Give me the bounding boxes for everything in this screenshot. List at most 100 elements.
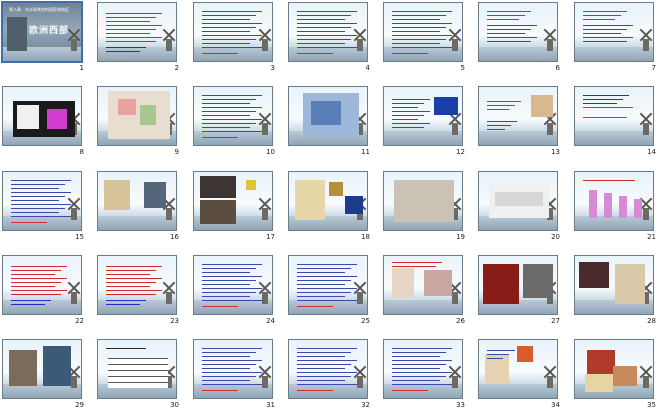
slide-preview[interactable] (2, 255, 82, 315)
slide-thumbnail-35[interactable]: 35 (572, 337, 660, 409)
slide-preview[interactable] (383, 339, 463, 399)
slide-preview[interactable] (97, 171, 177, 231)
slide-thumbnail-2[interactable]: 2 (95, 0, 183, 72)
slide-thumbnail-11[interactable]: 11 (286, 84, 374, 156)
slide-thumbnail-19[interactable]: 19 (381, 169, 469, 241)
text-line (106, 13, 162, 15)
slide-preview[interactable] (193, 339, 273, 399)
slide-thumbnail-33[interactable]: 33 (381, 337, 469, 409)
slide-preview[interactable] (97, 86, 177, 146)
windmill-icon (357, 39, 363, 51)
text-line (202, 272, 250, 274)
slide-preview[interactable] (383, 255, 463, 315)
slide-thumbnail-20[interactable]: 20 (476, 169, 564, 241)
slide-thumbnail-24[interactable]: 24 (191, 253, 279, 325)
slide-thumbnail-10[interactable]: 10 (191, 84, 279, 156)
text-line (202, 35, 262, 37)
slide-preview[interactable] (193, 86, 273, 146)
slide-thumbnail-21[interactable]: 21 (572, 169, 660, 241)
slide-thumbnail-28[interactable]: 28 (572, 253, 660, 325)
slide-thumbnail-5[interactable]: 5 (381, 0, 469, 72)
slide-thumbnail-7[interactable]: 7 (572, 0, 660, 72)
slide-preview[interactable] (574, 339, 654, 399)
slide-preview[interactable] (97, 339, 177, 399)
slide-thumbnail-25[interactable]: 25 (286, 253, 374, 325)
text-line (106, 294, 156, 296)
slide-thumbnail-22[interactable]: 22 (0, 253, 88, 325)
photo (424, 270, 452, 296)
slide-preview[interactable] (478, 255, 558, 315)
text-line (106, 29, 156, 31)
slide-preview[interactable] (97, 255, 177, 315)
slide-preview[interactable]: 第八章 东半球其他的国家和地区 欧洲西部 (1, 1, 83, 63)
slide-thumbnail-31[interactable]: 31 (191, 337, 279, 409)
fire-icon (517, 346, 533, 362)
windmill-icon (71, 39, 77, 51)
slide-preview[interactable] (288, 2, 368, 62)
slide-preview[interactable] (574, 2, 654, 62)
text-line (202, 11, 262, 13)
slide-preview[interactable] (383, 171, 463, 231)
slide-thumbnail-34[interactable]: 34 (476, 337, 564, 409)
slide-thumbnail-12[interactable]: 12 (381, 84, 469, 156)
text-line (11, 216, 71, 218)
slide-preview[interactable] (478, 2, 558, 62)
slide-preview[interactable] (2, 86, 82, 146)
table-rule (108, 358, 168, 359)
slide-preview[interactable] (383, 86, 463, 146)
text-line (202, 300, 262, 302)
slide-thumbnail-8[interactable]: 8 (0, 84, 88, 156)
slide-thumbnail-13[interactable]: 13 (476, 84, 564, 156)
slide-preview[interactable] (383, 2, 463, 62)
text-line (297, 31, 345, 33)
slide-thumbnail-32[interactable]: 32 (286, 337, 374, 409)
slide-thumbnail-15[interactable]: 15 (0, 169, 88, 241)
slide-preview[interactable] (478, 86, 558, 146)
slide-thumbnail-4[interactable]: 4 (286, 0, 374, 72)
text-line (297, 390, 333, 392)
slide-number: 34 (551, 401, 560, 409)
slide-number: 22 (75, 317, 84, 325)
text-line (487, 129, 505, 131)
slide-preview[interactable] (574, 255, 654, 315)
slide-thumbnail-9[interactable]: 9 (95, 84, 183, 156)
slide-preview[interactable] (97, 2, 177, 62)
slide-thumbnail-26[interactable]: 26 (381, 253, 469, 325)
slide-thumbnail-27[interactable]: 27 (476, 253, 564, 325)
text-line (202, 15, 256, 17)
slide-number: 27 (551, 317, 560, 325)
slide-number: 28 (647, 317, 656, 325)
slide-thumbnail-17[interactable]: 17 (191, 169, 279, 241)
slide-thumbnail-3[interactable]: 3 (191, 0, 279, 72)
text-line (202, 27, 256, 29)
slide-thumbnail-23[interactable]: 23 (95, 253, 183, 325)
slide-preview[interactable] (2, 171, 82, 231)
slide-thumbnail-14[interactable]: 14 (572, 84, 660, 156)
slide-preview[interactable] (193, 2, 273, 62)
slide-preview[interactable] (288, 86, 368, 146)
slide-preview[interactable] (193, 255, 273, 315)
slide-thumbnail-1[interactable]: 第八章 东半球其他的国家和地区 欧洲西部 1 (0, 0, 88, 72)
slide-thumbnail-6[interactable]: 6 (476, 0, 564, 72)
text-line (583, 25, 633, 27)
slide-preview[interactable] (478, 339, 558, 399)
slide-number: 19 (456, 233, 465, 241)
windmill-icon (452, 292, 458, 304)
text-line (11, 188, 59, 190)
slide-thumbnail-29[interactable]: 29 (0, 337, 88, 409)
slide-thumbnail-16[interactable]: 16 (95, 169, 183, 241)
slide-preview[interactable] (193, 171, 273, 231)
text-line (392, 127, 424, 129)
slide-thumbnail-30[interactable]: 30 (95, 337, 183, 409)
slide-preview[interactable] (574, 171, 654, 231)
slide-preview[interactable] (574, 86, 654, 146)
slide-preview[interactable] (288, 339, 368, 399)
slide-preview[interactable] (288, 171, 368, 231)
slide-preview[interactable] (2, 339, 82, 399)
text-line (106, 304, 140, 306)
slide-number: 31 (266, 401, 275, 409)
text-line (583, 117, 627, 119)
slide-preview[interactable] (288, 255, 368, 315)
slide-thumbnail-18[interactable]: 18 (286, 169, 374, 241)
slide-preview[interactable] (478, 171, 558, 231)
